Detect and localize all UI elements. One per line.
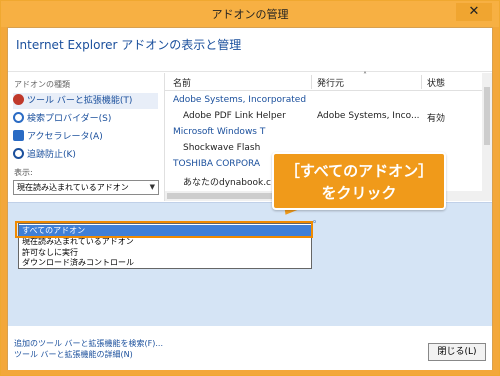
scroll-thumb[interactable] <box>484 87 490 145</box>
learn-more-toolbars-link[interactable]: ツール バーと拡張機能の詳細(N) <box>14 349 133 360</box>
addon-publisher: Adobe Systems, Inco... <box>317 111 420 121</box>
list-header: 名前 発行元 ˄ 状態 <box>165 71 483 91</box>
addon-name: あなたのdynabook.c <box>183 178 272 188</box>
addon-name: Adobe PDF Link Helper <box>183 111 286 121</box>
dialog-footer: 追加のツール バーと拡張機能を検索(F)... ツール バーと拡張機能の詳細(N… <box>8 326 492 370</box>
addon-type-label: 追跡防止(K) <box>27 150 76 160</box>
addon-type-toolbars[interactable]: ツール バーと拡張機能(T) <box>13 93 158 109</box>
addon-types-label: アドオンの種類 <box>14 80 70 89</box>
dropdown-option-downloaded-controls[interactable]: ダウンロード済みコントロール <box>19 257 311 268</box>
addon-status: 有効 <box>427 114 446 124</box>
callout-line: をクリック <box>321 184 397 202</box>
sort-caret-icon: ˄ <box>363 71 367 80</box>
addon-type-label: 検索プロバイダー(S) <box>27 114 112 124</box>
show-filter-value: 現在読み込まれているアドオン <box>17 183 129 192</box>
dialog-header: Internet Explorer アドオンの表示と管理 <box>8 28 492 72</box>
column-header-publisher[interactable]: 発行元 <box>317 76 344 89</box>
group-name: Microsoft Windows T <box>173 127 266 137</box>
title-bar: アドオンの管理 ✕ <box>1 1 499 27</box>
column-header-name[interactable]: 名前 <box>173 76 191 89</box>
window-title: アドオンの管理 <box>211 8 289 21</box>
addon-manager-window: アドオンの管理 ✕ Internet Explorer アドオンの表示と管理 ア… <box>0 0 500 376</box>
no-entry-icon <box>13 148 24 159</box>
find-more-toolbars-link[interactable]: 追加のツール バーと拡張機能を検索(F)... <box>14 338 163 349</box>
accelerator-icon <box>13 130 24 141</box>
addon-type-tracking-protection[interactable]: 追跡防止(K) <box>13 147 158 163</box>
column-divider <box>421 75 422 89</box>
group-name: Adobe Systems, Incorporated <box>173 95 307 105</box>
addon-name: Shockwave Flash <box>183 143 261 153</box>
dialog-client: Internet Explorer アドオンの表示と管理 アドオンの種類 ツール… <box>7 27 493 370</box>
addon-type-label: アクセラレータ(A) <box>27 132 103 142</box>
window-close-icon[interactable]: ✕ <box>456 3 492 21</box>
close-button[interactable]: 閉じる(L) <box>428 343 486 361</box>
instruction-callout: ［すべてのアドオン］ をクリック <box>272 152 446 210</box>
addon-type-search-providers[interactable]: 検索プロバイダー(S) <box>13 111 158 127</box>
highlight-frame <box>15 221 313 238</box>
status-text: 。 <box>313 215 321 224</box>
addon-types-pane: アドオンの種類 ツール バーと拡張機能(T) 検索プロバイダー(S) アクセラレ… <box>8 73 161 223</box>
column-divider <box>311 75 312 89</box>
column-header-status[interactable]: 状態 <box>427 76 445 89</box>
addon-type-label: ツール バーと拡張機能(T) <box>27 96 133 106</box>
list-group-header: Microsoft Windows T <box>165 125 483 141</box>
gear-icon <box>13 94 24 105</box>
callout-line: ［すべてのアドオン］ <box>284 162 434 180</box>
show-filter-select[interactable]: 現在読み込まれているアドオン ▼ <box>13 180 159 195</box>
search-icon <box>13 112 24 123</box>
addon-type-accelerators[interactable]: アクセラレータ(A) <box>13 129 158 145</box>
show-label: 表示: <box>14 168 33 177</box>
group-name: TOSHIBA CORPORA <box>173 159 261 169</box>
vertical-scrollbar[interactable] <box>482 73 492 201</box>
page-title: Internet Explorer アドオンの表示と管理 <box>16 38 242 52</box>
list-item[interactable]: Adobe PDF Link Helper Adobe Systems, Inc… <box>165 109 483 125</box>
list-group-header: Adobe Systems, Incorporated <box>165 93 483 109</box>
chevron-down-icon: ▼ <box>149 183 155 191</box>
